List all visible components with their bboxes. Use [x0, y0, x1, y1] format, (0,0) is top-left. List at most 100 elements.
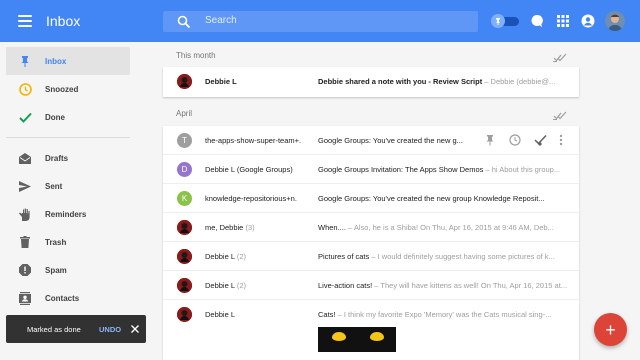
- pinned-toggle[interactable]: [491, 14, 519, 28]
- sidebar-divider: [6, 137, 130, 138]
- sidebar-item-snoozed[interactable]: Snoozed: [6, 75, 130, 103]
- hand-icon: [18, 207, 32, 221]
- avatar: [177, 74, 192, 89]
- snooze-icon[interactable]: [509, 134, 521, 146]
- contacts-icon: [18, 291, 32, 305]
- email-row[interactable]: K knowledge-repositorious+n. Google Grou…: [163, 184, 579, 213]
- pin-icon: [18, 54, 32, 68]
- sidebar-item-done[interactable]: Done: [6, 103, 130, 131]
- email-subject: When....: [318, 223, 346, 232]
- pin-icon[interactable]: [485, 134, 495, 146]
- sidebar-item-inbox[interactable]: Inbox: [6, 47, 130, 75]
- snackbar-message: Marked as done: [27, 325, 81, 334]
- email-snippet: Live-action cats! – They will have kitte…: [318, 281, 568, 290]
- email-sender: the-apps-show-super-team+.: [205, 136, 302, 145]
- sidebar-item-label: Drafts: [45, 153, 69, 163]
- avatar: [177, 307, 192, 322]
- sidebar-item-label: Reminders: [45, 209, 87, 219]
- email-row[interactable]: D Debbie L (Google Groups) Google Groups…: [163, 155, 579, 184]
- email-preview: – I think my favorite Expo 'Memory' was …: [335, 310, 552, 319]
- email-snippet: When.... – Also, he is a Shiba! On Thu, …: [318, 223, 568, 232]
- chat-bubble-icon[interactable]: [530, 14, 544, 28]
- email-snippet: Google Groups Invitation: The Apps Show …: [318, 165, 568, 174]
- email-sender: me, Debbie (3): [205, 223, 310, 232]
- sweep-done-icon[interactable]: [553, 110, 567, 120]
- avatar: K: [177, 191, 192, 206]
- email-card-this-month: Debbie L Debbie shared a note with you -…: [163, 67, 579, 97]
- search-input[interactable]: Search: [163, 11, 478, 32]
- email-row[interactable]: Debbie L (2) Pictures of cats – I would …: [163, 242, 579, 271]
- email-card-april: T the-apps-show-super-team+. Google Grou…: [163, 126, 579, 360]
- email-preview: – Also, he is a Shiba! On Thu, Apr 16, 2…: [345, 223, 554, 232]
- sidebar-item-spam[interactable]: Spam: [6, 256, 130, 284]
- sidebar-item-label: Inbox: [45, 56, 67, 66]
- email-sender-name: me, Debbie: [205, 223, 244, 232]
- spam-icon: [18, 263, 32, 277]
- thread-count: (2): [236, 281, 247, 290]
- sidebar-item-sent[interactable]: Sent: [6, 172, 130, 200]
- email-subject: Cats!: [318, 310, 336, 319]
- email-subject: Google Groups: You've created the new g.…: [318, 136, 463, 145]
- email-preview: – I would definitely suggest having some…: [369, 252, 555, 261]
- email-snippet: Cats! – I think my favorite Expo 'Memory…: [318, 310, 568, 319]
- search-icon: [177, 15, 191, 29]
- email-row[interactable]: T the-apps-show-super-team+. Google Grou…: [163, 126, 579, 155]
- email-sender: Debbie L (Google Groups): [205, 165, 293, 174]
- email-subject: Google Groups: You've created the new gr…: [318, 194, 545, 203]
- email-preview: – hi About this group...: [483, 165, 561, 174]
- clock-icon: [18, 82, 32, 96]
- sidebar-item-trash[interactable]: Trash: [6, 228, 130, 256]
- avatar[interactable]: [605, 11, 625, 31]
- close-icon[interactable]: [130, 324, 140, 334]
- sidebar-item-label: Snoozed: [45, 84, 79, 94]
- avatar: [177, 278, 192, 293]
- plus-icon: +: [605, 319, 616, 340]
- section-label-this-month: This month: [176, 51, 216, 60]
- email-sender-name: Debbie L: [205, 281, 235, 290]
- sidebar-item-label: Trash: [45, 237, 67, 247]
- email-sender-name: Debbie L: [205, 252, 235, 261]
- email-snippet: Google Groups: You've created the new g.…: [318, 136, 478, 145]
- trash-icon: [18, 235, 32, 249]
- account-icon[interactable]: [581, 14, 595, 28]
- avatar: [177, 249, 192, 264]
- email-sender: Debbie L: [205, 77, 237, 86]
- app-title: Inbox: [46, 13, 81, 29]
- cat-eye-image: [332, 332, 346, 341]
- search-placeholder: Search: [205, 15, 237, 26]
- email-row[interactable]: Debbie L Cats! – I think my favorite Exp…: [163, 300, 579, 360]
- sidebar-item-reminders[interactable]: Reminders: [6, 200, 130, 228]
- sweep-done-icon[interactable]: [553, 52, 567, 62]
- sidebar-item-label: Done: [45, 112, 65, 122]
- check-icon: [18, 110, 32, 124]
- email-sender: Debbie L: [205, 310, 236, 319]
- sidebar-item-contacts[interactable]: Contacts: [6, 284, 130, 312]
- compose-fab-button[interactable]: +: [594, 313, 627, 346]
- email-subject: Pictures of cats: [318, 252, 370, 261]
- sidebar: Inbox Snoozed Done Drafts Sent Reminders…: [0, 42, 150, 360]
- undo-button[interactable]: UNDO: [99, 325, 121, 334]
- sidebar-item-label: Contacts: [45, 293, 80, 303]
- apps-grid-icon[interactable]: [556, 14, 570, 28]
- mark-done-icon[interactable]: [534, 134, 547, 146]
- thread-count: (3): [245, 223, 255, 232]
- email-row[interactable]: Debbie L (2) Live-action cats! – They wi…: [163, 271, 579, 300]
- send-icon: [18, 179, 32, 193]
- email-row[interactable]: Debbie L Debbie shared a note with you -…: [163, 67, 579, 96]
- email-sender: knowledge-repositorious+n.: [205, 194, 297, 203]
- attachment-thumbnail[interactable]: [318, 327, 396, 352]
- avatar: T: [177, 133, 192, 148]
- email-row[interactable]: me, Debbie (3) When.... – Also, he is a …: [163, 213, 579, 242]
- email-sender: Debbie L (2): [205, 281, 310, 290]
- pin-icon: [491, 14, 505, 28]
- app-header: Inbox Search: [0, 0, 640, 42]
- email-snippet: Debbie shared a note with you - Review S…: [318, 77, 568, 86]
- sidebar-item-drafts[interactable]: Drafts: [6, 144, 130, 172]
- email-snippet: Pictures of cats – I would definitely su…: [318, 252, 568, 261]
- drafts-icon: [18, 151, 32, 165]
- more-vert-icon[interactable]: [559, 134, 563, 146]
- thread-count: (2): [236, 252, 247, 261]
- menu-icon[interactable]: [18, 15, 32, 27]
- email-preview: – They will have kittens as well! On Thu…: [372, 281, 568, 290]
- sidebar-item-label: Sent: [45, 181, 63, 191]
